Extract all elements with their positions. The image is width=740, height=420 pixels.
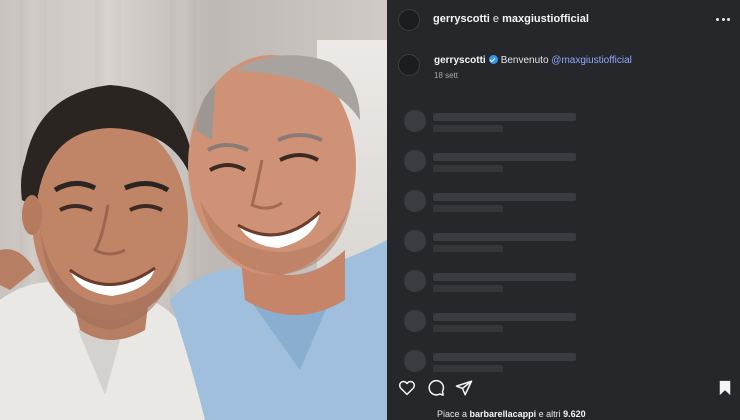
heart-icon[interactable] bbox=[398, 379, 416, 397]
post-details-panel: gerryscotti e maxgiustiofficial gerrysco… bbox=[387, 0, 740, 420]
post-date: 18 sett bbox=[434, 71, 459, 80]
bookmark-icon[interactable] bbox=[716, 379, 734, 397]
comment-skeleton bbox=[387, 230, 740, 260]
comment-bubble-icon[interactable] bbox=[427, 379, 445, 397]
caption-username[interactable]: gerryscotti bbox=[434, 55, 486, 66]
author-username-1[interactable]: gerryscotti bbox=[433, 13, 490, 25]
likes-prefix: Piace a bbox=[437, 409, 468, 419]
verified-badge-icon bbox=[488, 55, 498, 64]
more-horizontal-icon[interactable] bbox=[716, 12, 730, 26]
post-caption: gerryscotti Benvenuto @maxgiustiofficial … bbox=[387, 48, 740, 88]
likes-summary: Piace a barbarellacappi e altri 9.620 bbox=[437, 409, 586, 419]
caption-mention[interactable]: @maxgiustiofficial bbox=[551, 55, 632, 66]
comment-skeleton bbox=[387, 270, 740, 300]
comment-skeleton bbox=[387, 350, 740, 372]
author-avatar[interactable] bbox=[398, 9, 420, 31]
likes-count[interactable]: 9.620 bbox=[563, 409, 586, 419]
comment-skeleton bbox=[387, 190, 740, 220]
comments-loading-list bbox=[387, 110, 740, 372]
instagram-post: gerryscotti e maxgiustiofficial gerrysco… bbox=[0, 0, 740, 420]
send-paper-plane-icon[interactable] bbox=[455, 379, 473, 397]
post-header: gerryscotti e maxgiustiofficial bbox=[387, 0, 740, 40]
post-photo[interactable] bbox=[0, 0, 387, 420]
post-authors: gerryscotti e maxgiustiofficial bbox=[433, 13, 589, 25]
authors-conjunction: e bbox=[492, 13, 500, 25]
comment-skeleton bbox=[387, 110, 740, 140]
post-actions-bar: Piace a barbarellacappi e altri 9.620 bbox=[387, 372, 740, 420]
two-smiling-men-illustration bbox=[0, 55, 387, 420]
caption-avatar[interactable] bbox=[398, 54, 420, 76]
author-username-2[interactable]: maxgiustiofficial bbox=[502, 13, 589, 25]
comment-skeleton bbox=[387, 310, 740, 340]
likes-middle: e altri bbox=[538, 409, 561, 419]
comment-skeleton bbox=[387, 150, 740, 180]
caption-body: Benvenuto bbox=[500, 55, 549, 66]
caption-text-line: gerryscotti Benvenuto @maxgiustiofficial bbox=[434, 55, 632, 66]
likes-user[interactable]: barbarellacappi bbox=[470, 409, 537, 419]
